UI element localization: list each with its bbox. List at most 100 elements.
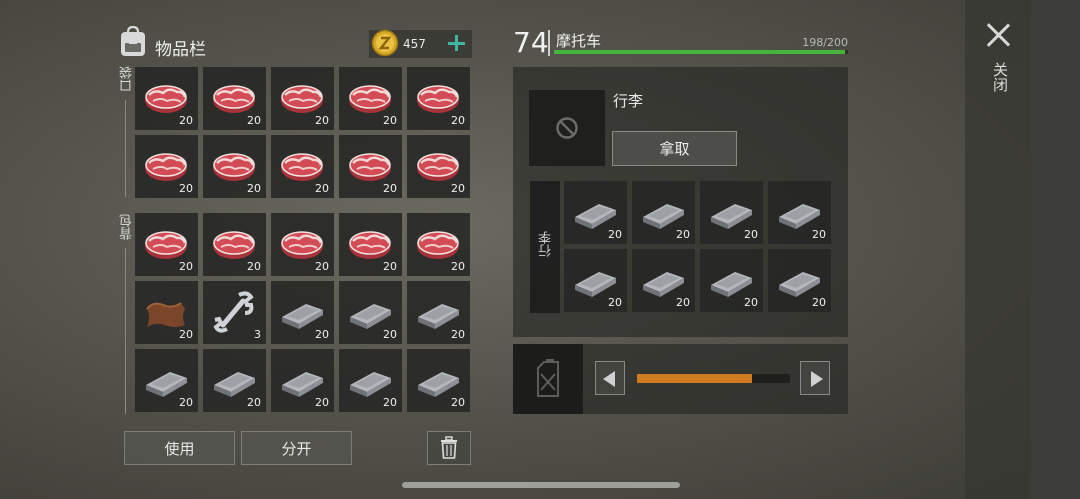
trunk-label: 行李: [539, 231, 554, 257]
backpack-divider: [125, 248, 126, 414]
item-count: 20: [383, 328, 397, 341]
backpack-slot[interactable]: 20: [203, 349, 266, 412]
vehicle-durability-text: 198/200: [802, 36, 848, 49]
pocket-slot[interactable]: 20: [271, 67, 334, 130]
use-button[interactable]: 使用: [124, 431, 235, 465]
item-count: 20: [451, 182, 465, 195]
pocket-slot[interactable]: 20: [135, 135, 198, 198]
item-count: 20: [179, 182, 193, 195]
item-count: 20: [451, 396, 465, 409]
take-button[interactable]: 拿取: [612, 131, 737, 166]
pocket-divider: [125, 100, 126, 197]
fuel-slot[interactable]: [513, 344, 583, 414]
pocket-slot[interactable]: 20: [407, 67, 470, 130]
item-count: 20: [744, 228, 758, 241]
item-count: 20: [315, 114, 329, 127]
item-count: 20: [676, 228, 690, 241]
fuel-decrease-button[interactable]: [595, 361, 625, 395]
item-count: 20: [744, 296, 758, 309]
backpack-slot[interactable]: 20: [271, 281, 334, 344]
coin-icon: [371, 29, 399, 57]
item-count: 20: [383, 114, 397, 127]
item-count: 20: [179, 396, 193, 409]
vehicle-level: 74: [513, 26, 549, 59]
item-count: 20: [179, 114, 193, 127]
fuel-increase-button[interactable]: [800, 361, 830, 395]
vehicle-durability-bar: [554, 50, 848, 54]
backpack-slot[interactable]: 20: [339, 213, 402, 276]
trunk-slot[interactable]: 20: [768, 249, 831, 312]
vehicle-separator: [548, 30, 550, 56]
backpack-icon: [121, 26, 145, 56]
item-count: 20: [676, 296, 690, 309]
item-count: 20: [315, 396, 329, 409]
backpack-slot[interactable]: 20: [339, 281, 402, 344]
far-right-edge: [1030, 0, 1080, 499]
item-count: 20: [247, 260, 261, 273]
item-count: 20: [247, 114, 261, 127]
backpack-slot[interactable]: 20: [203, 213, 266, 276]
item-count: 20: [247, 396, 261, 409]
trash-icon: [441, 436, 457, 459]
trunk-slot[interactable]: 20: [632, 181, 695, 244]
item-count: 20: [179, 328, 193, 341]
trunk-slot[interactable]: 20: [700, 249, 763, 312]
backpack-slot[interactable]: 20: [339, 349, 402, 412]
backpack-slot[interactable]: 20: [135, 213, 198, 276]
pocket-slot[interactable]: 20: [135, 67, 198, 130]
luggage-equip-slot[interactable]: [529, 90, 605, 166]
trunk-slot[interactable]: 20: [700, 181, 763, 244]
item-count: 20: [451, 114, 465, 127]
arrow-right-icon: [811, 371, 823, 387]
item-count: 20: [383, 260, 397, 273]
add-coins-button[interactable]: [445, 31, 467, 55]
item-count: 20: [608, 228, 622, 241]
jerrycan-icon: [537, 359, 559, 397]
backpack-slot[interactable]: 20: [407, 281, 470, 344]
trunk-slot[interactable]: 20: [632, 249, 695, 312]
item-count: 3: [254, 328, 261, 341]
pocket-slot[interactable]: 20: [271, 135, 334, 198]
close-icon[interactable]: [985, 22, 1011, 48]
item-count: 20: [179, 260, 193, 273]
item-count: 20: [812, 296, 826, 309]
vehicle-name: 摩托车: [556, 32, 602, 50]
item-count: 20: [247, 182, 261, 195]
backpack-slot[interactable]: 20: [271, 349, 334, 412]
arrow-left-icon: [603, 371, 615, 387]
coin-amount: 457: [403, 37, 426, 51]
backpack-slot[interactable]: 20: [135, 281, 198, 344]
trunk-slot[interactable]: 20: [564, 249, 627, 312]
item-count: 20: [383, 182, 397, 195]
luggage-equip-label: 行李: [613, 92, 644, 110]
item-count: 20: [608, 296, 622, 309]
item-count: 20: [315, 182, 329, 195]
backpack-slot[interactable]: 20: [271, 213, 334, 276]
item-count: 20: [451, 260, 465, 273]
inventory-title: 物品栏: [155, 40, 206, 60]
pocket-slot[interactable]: 20: [407, 135, 470, 198]
fuel-slider[interactable]: [637, 374, 790, 383]
pocket-slot[interactable]: 20: [339, 67, 402, 130]
close-label[interactable]: 关闭: [988, 62, 1009, 92]
trunk-slot[interactable]: 20: [564, 181, 627, 244]
item-count: 20: [812, 228, 826, 241]
trunk-label-box: 行李: [530, 181, 560, 313]
empty-slot-icon: [556, 117, 578, 139]
backpack-slot[interactable]: 20: [135, 349, 198, 412]
pocket-slot[interactable]: 20: [203, 67, 266, 130]
item-count: 20: [315, 260, 329, 273]
split-button[interactable]: 分开: [241, 431, 352, 465]
discard-button[interactable]: [427, 431, 471, 465]
backpack-slot[interactable]: 20: [407, 213, 470, 276]
backpack-slot[interactable]: 3: [203, 281, 266, 344]
item-count: 20: [451, 328, 465, 341]
backpack-slot[interactable]: 20: [407, 349, 470, 412]
pocket-slot[interactable]: 20: [203, 135, 266, 198]
trunk-slot[interactable]: 20: [768, 181, 831, 244]
item-count: 20: [315, 328, 329, 341]
vehicle-durability-fill: [554, 50, 846, 54]
coin-balance: 457: [369, 29, 472, 58]
fuel-slider-fill: [637, 374, 752, 383]
pocket-slot[interactable]: 20: [339, 135, 402, 198]
